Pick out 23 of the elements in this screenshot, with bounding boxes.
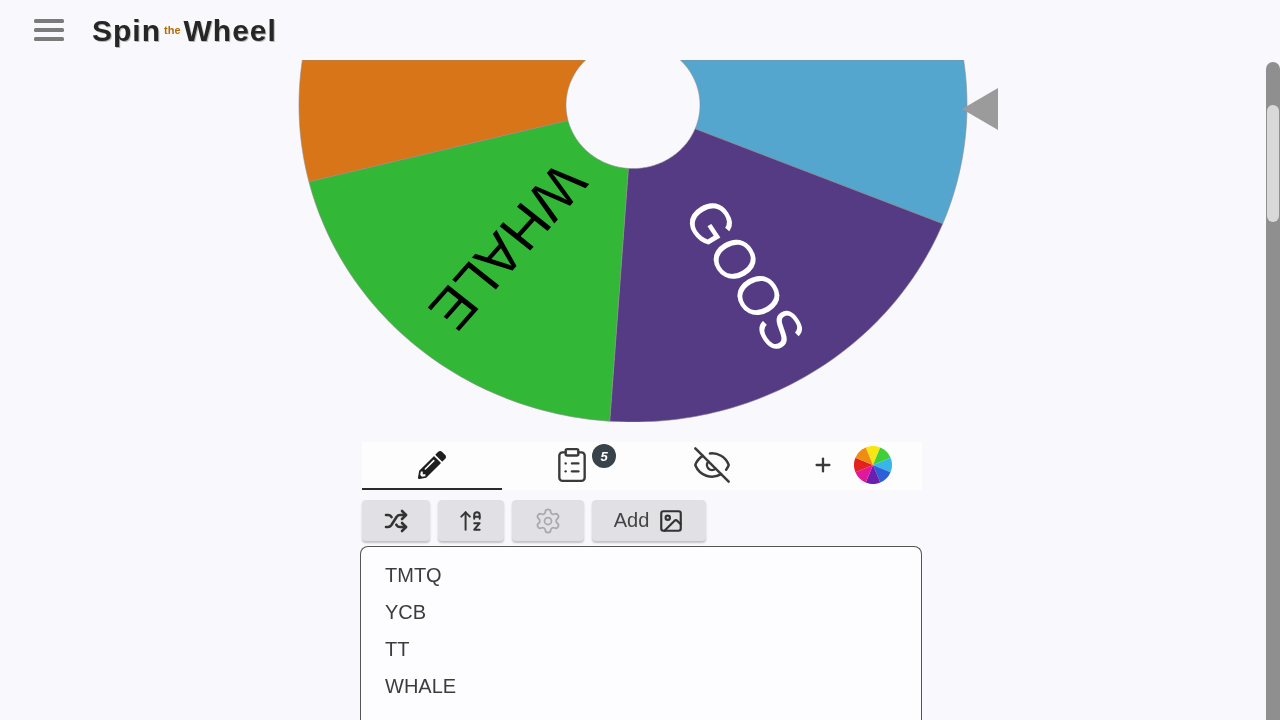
- scrollbar-thumb[interactable]: [1267, 105, 1279, 222]
- entry-text: YCB: [385, 600, 427, 625]
- add-button[interactable]: Add: [592, 500, 706, 541]
- eye-slash-icon: [692, 445, 732, 485]
- count-badge: 5: [592, 444, 616, 468]
- pencil-icon: [418, 451, 446, 479]
- gear-icon: [534, 506, 562, 535]
- logo-text: Wheel: [183, 13, 277, 49]
- entries-field[interactable]: TMTQ YCB TT WHALE: [360, 546, 922, 720]
- color-wheel-icon: [854, 446, 892, 484]
- tool-button[interactable]: [438, 500, 504, 541]
- image-icon: [658, 507, 685, 534]
- pointer-icon: [962, 88, 998, 130]
- scrollbar[interactable]: [1266, 62, 1280, 720]
- entry-text: WHALE: [385, 674, 457, 699]
- logo-text: the: [164, 24, 181, 38]
- entry-text: TT: [385, 637, 410, 662]
- menu-button[interactable]: [34, 19, 64, 41]
- shuffle-icon: [384, 508, 408, 533]
- entry-text: TMTQ: [385, 563, 442, 588]
- menu-icon: [34, 19, 64, 41]
- tool-button[interactable]: [362, 500, 430, 541]
- logo-text: Spin: [92, 13, 161, 49]
